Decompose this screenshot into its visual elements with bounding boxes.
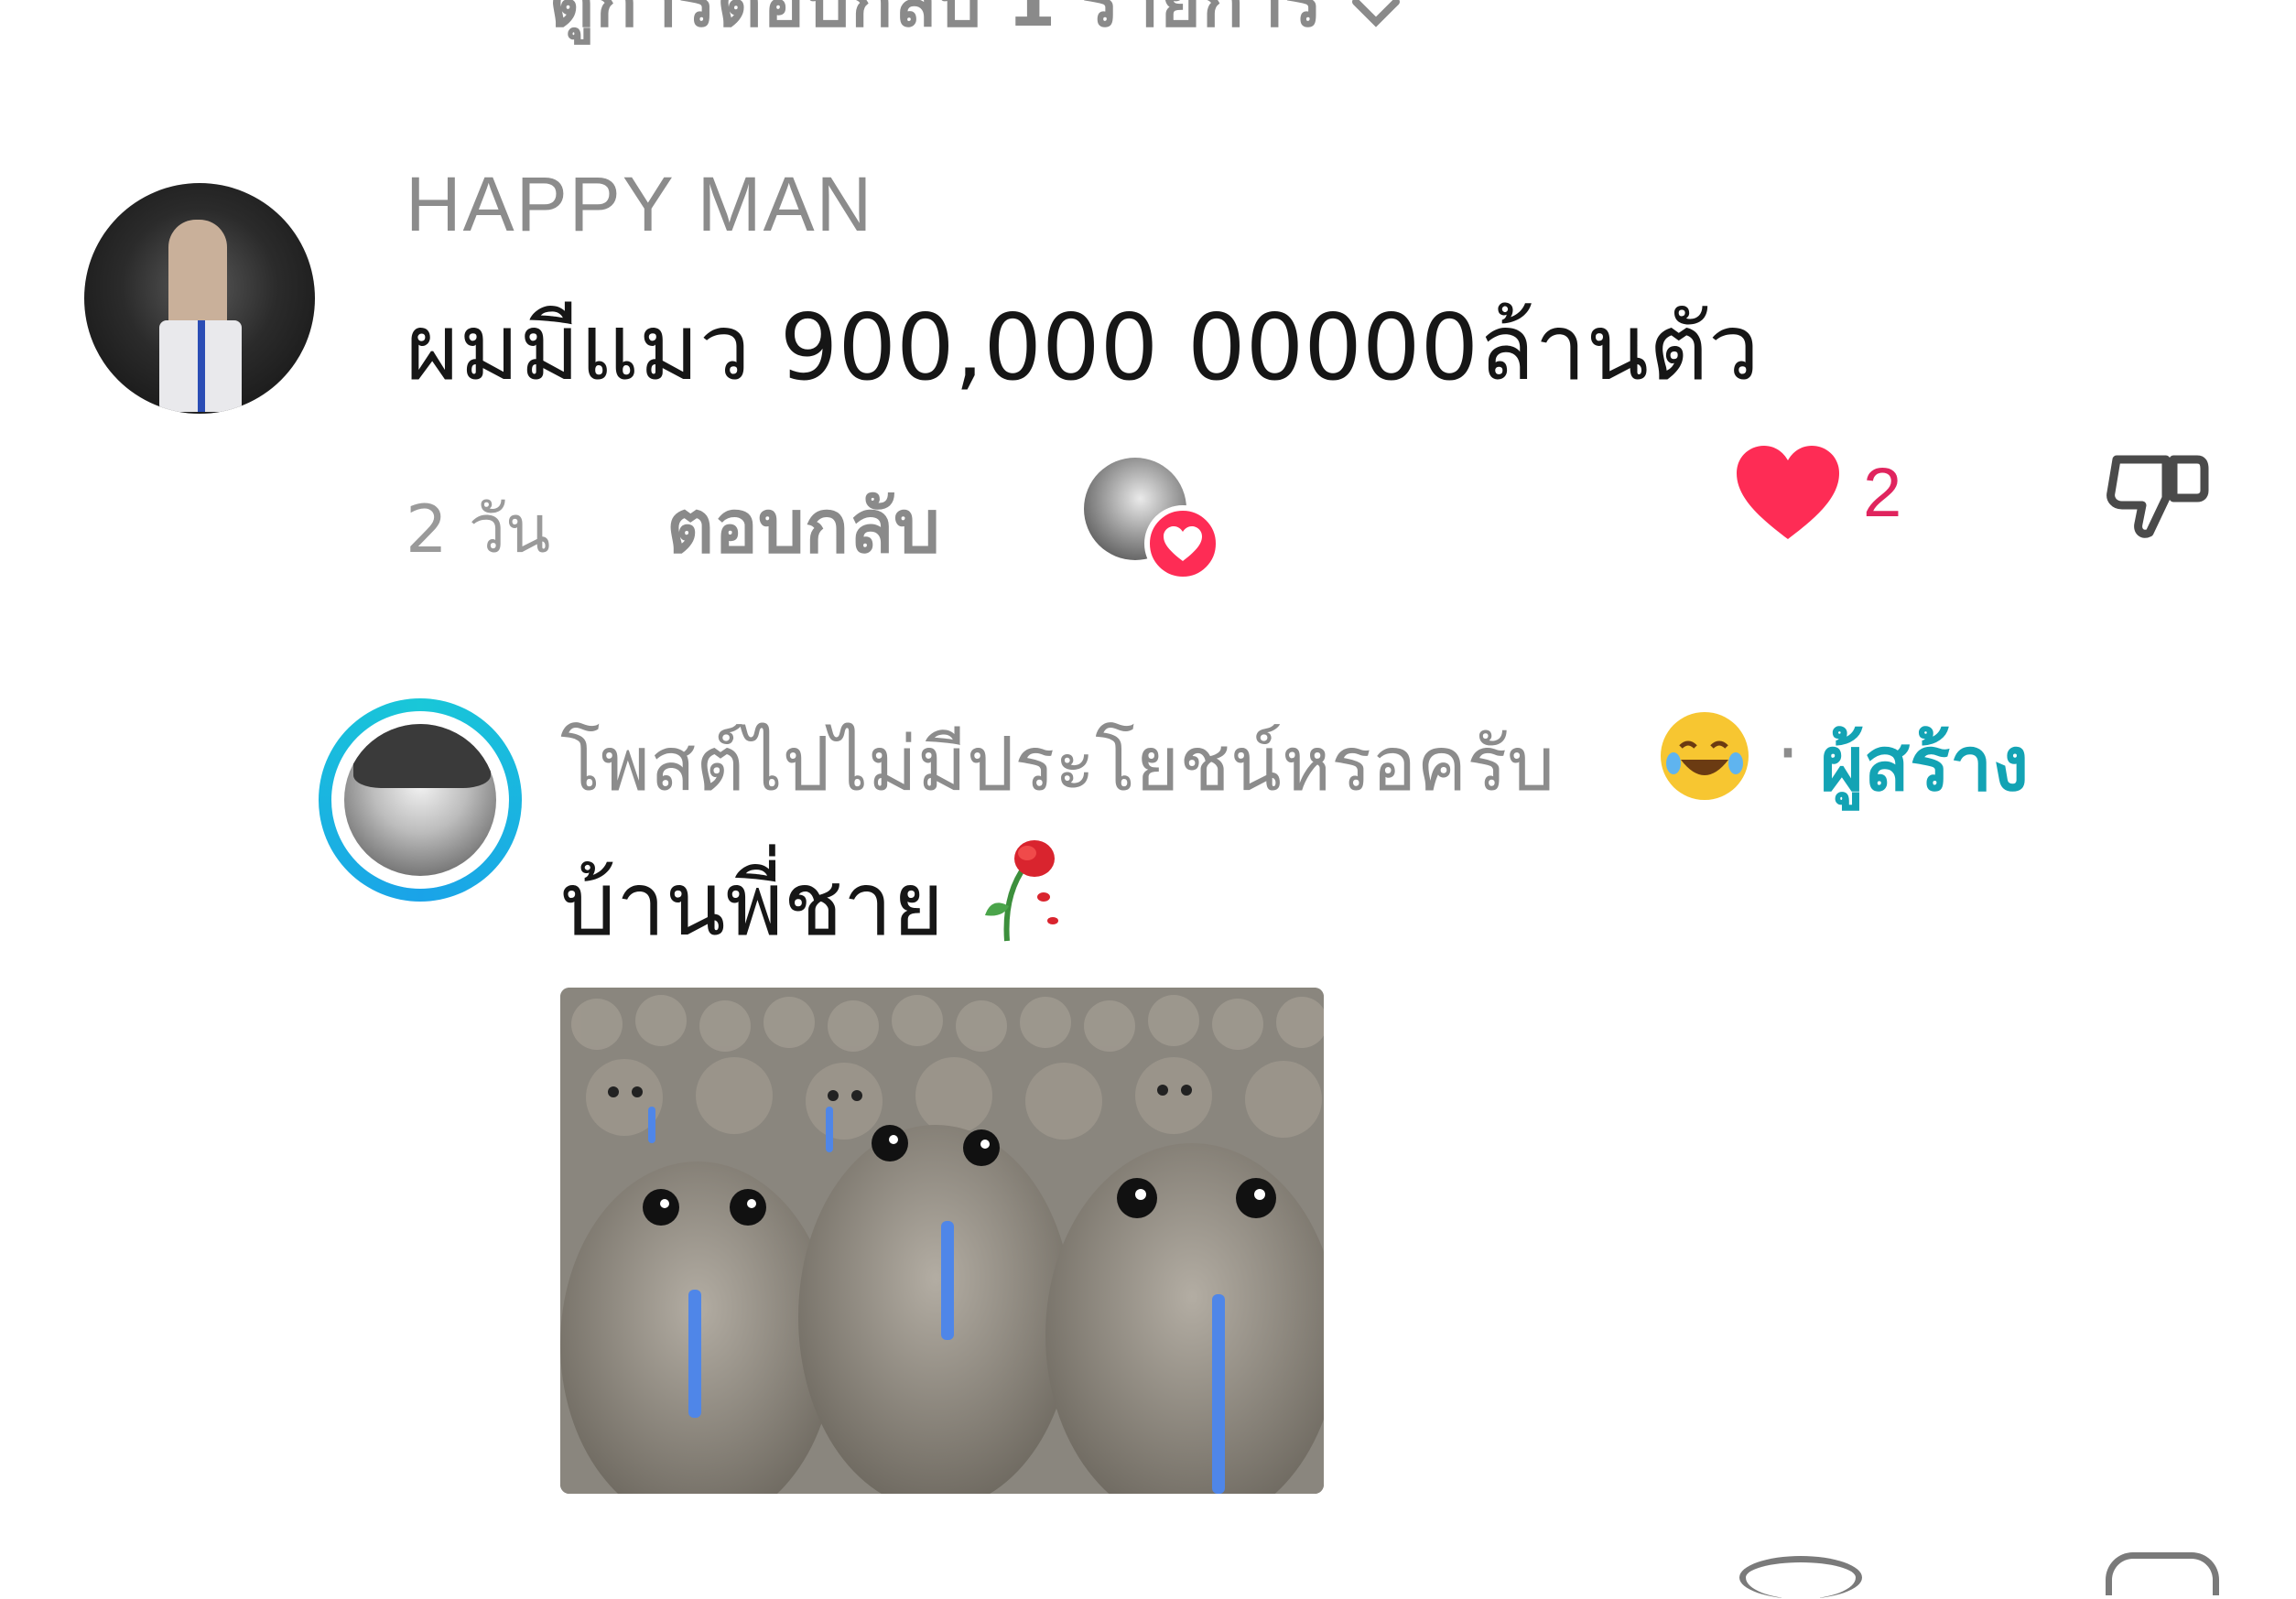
next-heart-icon[interactable] <box>1739 1556 1862 1599</box>
reply-attached-image[interactable] <box>560 988 1324 1494</box>
liked-by-creator-heart-icon <box>1144 505 1221 582</box>
commenter-avatar[interactable] <box>84 183 315 414</box>
comment-timestamp: 2 วัน <box>406 491 551 567</box>
comment-username[interactable]: HAPPY MAN <box>406 160 873 249</box>
avatar-figure <box>168 220 227 330</box>
reply-username[interactable]: โพสต์ไปไม่มีประโยชน์หรอครับ <box>560 705 1554 824</box>
next-dislike-icon[interactable] <box>2106 1552 2219 1595</box>
wilted-rose-emoji <box>970 833 1071 946</box>
like-count: 2 <box>1863 454 1902 532</box>
dislike-icon[interactable] <box>2102 441 2210 553</box>
view-replies-button[interactable]: ดูการตอบกลับ 1 รายการ <box>549 0 1403 57</box>
reply-button[interactable]: ตอบกลับ <box>666 469 940 585</box>
view-replies-label: ดูการตอบกลับ 1 รายการ <box>549 0 1324 42</box>
avatar-hair <box>353 724 491 788</box>
comment-text: ผมมีแมว 900,000 00000ล้านตัว <box>406 294 1760 401</box>
creator-avatar[interactable] <box>344 724 496 876</box>
laughing-emoji <box>1661 712 1749 800</box>
reply-text: บ้านพี่ชาย <box>560 853 945 956</box>
separator-dot: · <box>1776 710 1801 797</box>
creator-badge: ผู้สร้าง <box>1820 721 2030 808</box>
heart-icon[interactable] <box>1733 444 1843 545</box>
chevron-down-icon <box>1348 0 1403 48</box>
avatar-figure-stripe <box>198 320 205 412</box>
